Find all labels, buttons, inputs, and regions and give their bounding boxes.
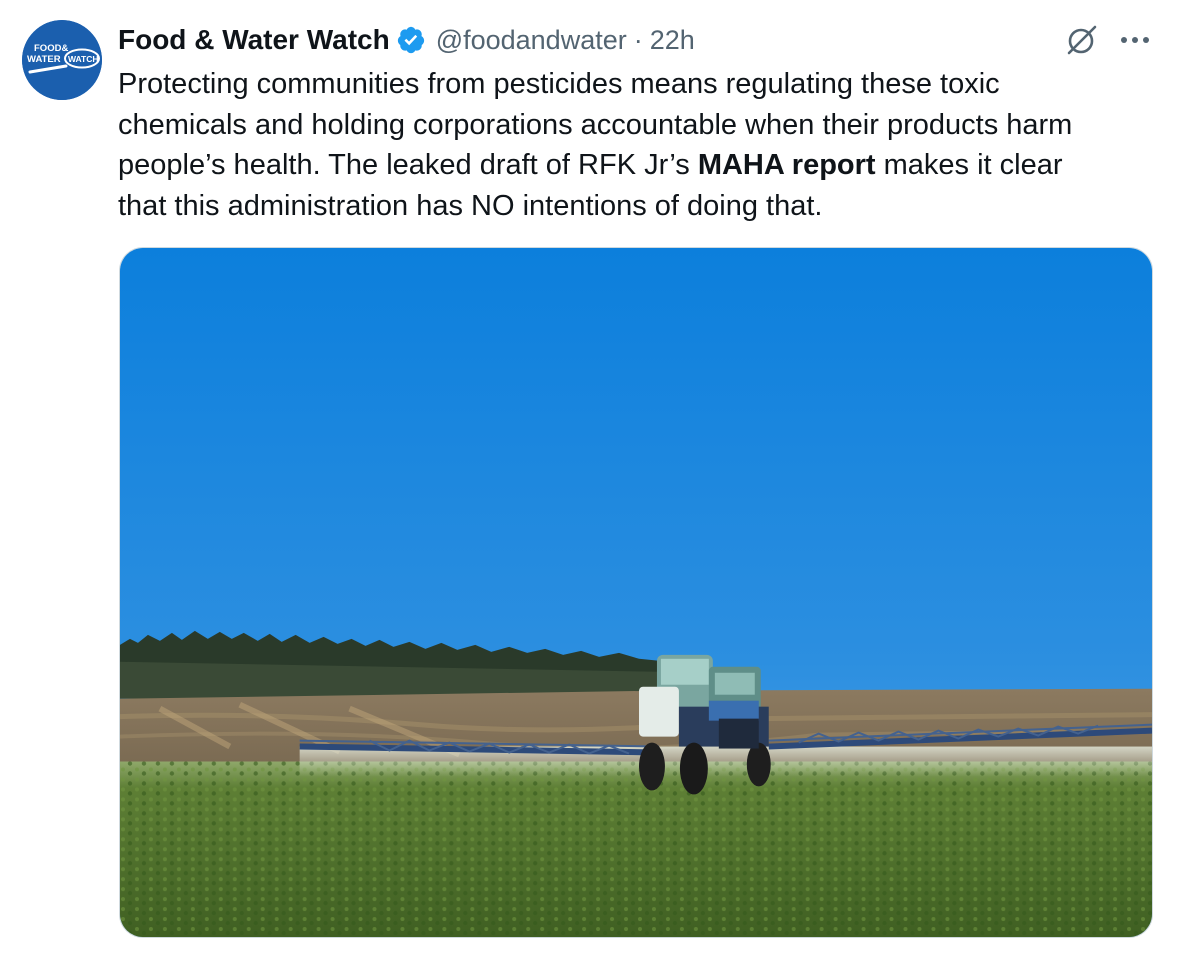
- author-avatar[interactable]: FOOD& WATER WATCH: [22, 20, 102, 100]
- more-options-icon[interactable]: [1116, 26, 1154, 54]
- tweet-text-line: chemicals and holding corporations accou…: [118, 108, 1073, 141]
- food-and-water-watch-logo: FOOD& WATER WATCH: [22, 20, 102, 100]
- verified-badge-icon[interactable]: [396, 25, 426, 55]
- logo-text-watch: WATCH: [68, 54, 99, 64]
- tractor-spraying-field-photo: [120, 248, 1152, 937]
- grok-icon[interactable]: [1064, 22, 1100, 58]
- tweet-timestamp[interactable]: 22h: [650, 25, 695, 56]
- logo-text-water: WATER: [27, 54, 61, 65]
- logo-text-food: FOOD&: [34, 43, 68, 54]
- separator-dot: ·: [633, 24, 643, 55]
- tweet-text-segment: people’s health. The leaked draft of RFK…: [118, 149, 698, 181]
- tweet-media-image[interactable]: [119, 247, 1153, 938]
- tweet-header: Food & Water Watch @foodandwater · 22h: [118, 20, 695, 60]
- tweet-text-segment: makes it clear: [875, 149, 1063, 181]
- tweet-text-line: people’s health. The leaked draft of RFK…: [118, 145, 1168, 186]
- tweet-text-line: that this administration has NO intentio…: [118, 189, 823, 222]
- tweet-text-line: Protecting communities from pesticides m…: [118, 68, 1000, 100]
- tweet-bold-phrase: MAHA report: [697, 149, 876, 181]
- author-handle[interactable]: @foodandwater: [436, 25, 627, 56]
- author-name[interactable]: Food & Water Watch: [118, 24, 390, 56]
- tweet-text: Protecting communities from pesticides m…: [118, 64, 1168, 226]
